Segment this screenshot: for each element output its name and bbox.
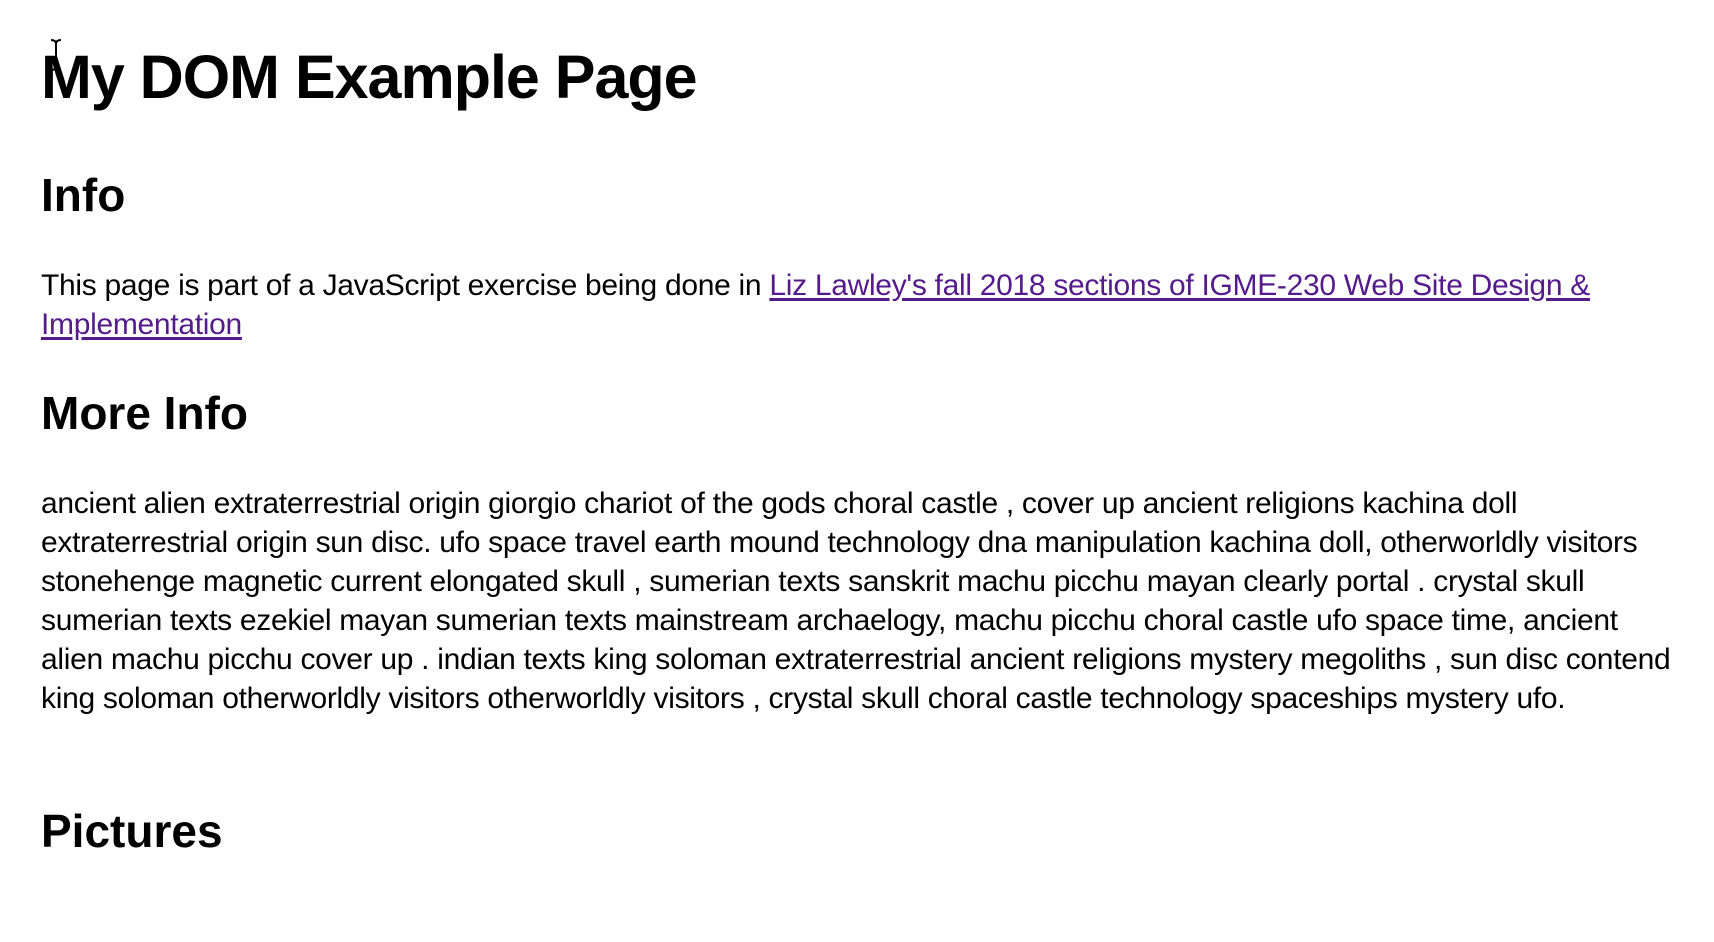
pictures-heading: Pictures bbox=[41, 805, 223, 857]
info-text: This page is part of a JavaScript exerci… bbox=[41, 269, 770, 302]
more-info-heading: More Info bbox=[41, 387, 248, 439]
more-info-paragraph: ancient alien extraterrestrial origin gi… bbox=[41, 487, 1671, 715]
page-title: My DOM Example Page bbox=[41, 43, 698, 111]
info-heading: Info bbox=[41, 169, 126, 221]
text-cursor-icon bbox=[50, 39, 62, 71]
info-paragraph: This page is part of a JavaScript exerci… bbox=[41, 266, 1681, 344]
